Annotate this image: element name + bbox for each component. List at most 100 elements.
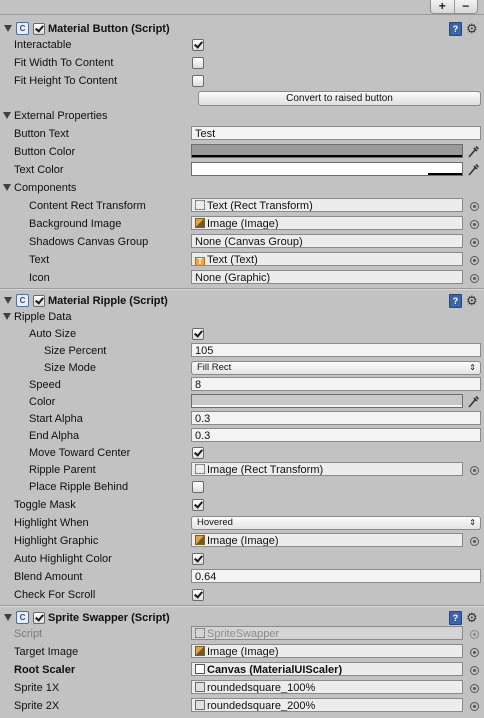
object-picker-icon[interactable]: [470, 238, 479, 247]
button-text-input[interactable]: Test: [191, 126, 481, 140]
fold-arrow-icon[interactable]: [4, 297, 12, 304]
field-label: Interactable: [14, 39, 72, 51]
auto-size-row: Auto Size: [0, 325, 484, 343]
sprite-1x-object-field[interactable]: roundedsquare_100%: [191, 680, 463, 694]
ripple-parent-row: Ripple Parent Image (Rect Transform): [0, 461, 484, 479]
field-label: Button Text: [14, 128, 69, 140]
highlight-graphic-object-field[interactable]: Image (Image): [191, 533, 463, 547]
object-picker-icon[interactable]: [470, 274, 479, 283]
end-alpha-input[interactable]: 0.3: [191, 428, 481, 442]
help-book-icon[interactable]: ?: [449, 22, 462, 36]
field-value: Canvas (MaterialUIScaler): [207, 664, 343, 676]
eyedropper-icon[interactable]: [467, 145, 479, 159]
fold-arrow-icon[interactable]: [4, 614, 12, 621]
sprite-icon: [195, 682, 205, 692]
ripple-parent-object-field[interactable]: Image (Rect Transform): [191, 462, 463, 476]
canvas-icon: [195, 664, 205, 674]
foldout-label: Ripple Data: [14, 311, 72, 323]
size-mode-dropdown[interactable]: Fill Rect ⇕: [191, 361, 481, 375]
auto-size-checkbox[interactable]: [192, 328, 204, 340]
field-label: Size Percent: [44, 345, 107, 357]
object-picker-icon[interactable]: [470, 666, 479, 675]
foldout-label: Components: [14, 182, 77, 194]
interactable-checkbox[interactable]: [192, 39, 204, 51]
text-color-swatch[interactable]: [191, 162, 463, 176]
blend-amount-input[interactable]: 0.64: [191, 569, 481, 583]
remove-button[interactable]: −: [453, 0, 478, 13]
sprite-2x-object-field[interactable]: roundedsquare_200%: [191, 698, 463, 712]
dropdown-value: Hovered: [197, 517, 233, 528]
object-picker-icon[interactable]: [470, 202, 479, 211]
object-picker-icon[interactable]: [470, 220, 479, 229]
target-image-object-field[interactable]: Image (Image): [191, 644, 463, 658]
field-label: Background Image: [29, 218, 122, 230]
help-book-icon[interactable]: ?: [449, 294, 462, 308]
fold-arrow-icon[interactable]: [3, 184, 11, 191]
help-book-icon[interactable]: ?: [449, 611, 462, 625]
size-percent-input[interactable]: 105: [191, 343, 481, 357]
material-button-enabled-checkbox[interactable]: [33, 23, 45, 35]
object-picker-icon[interactable]: [470, 466, 479, 475]
script-file-icon: [195, 628, 205, 638]
settings-gear-icon[interactable]: ⚙: [466, 294, 478, 307]
root-scaler-object-field[interactable]: Canvas (MaterialUIScaler): [191, 662, 463, 676]
external-properties-foldout[interactable]: External Properties: [0, 107, 484, 125]
fit-width-row: Fit Width To Content: [0, 54, 484, 72]
start-alpha-input[interactable]: 0.3: [191, 411, 481, 425]
settings-gear-icon[interactable]: ⚙: [466, 22, 478, 35]
highlight-graphic-row: Highlight Graphic Image (Image): [0, 532, 484, 550]
speed-input[interactable]: 8: [191, 377, 481, 391]
settings-gear-icon[interactable]: ⚙: [466, 611, 478, 624]
object-picker-icon[interactable]: [470, 537, 479, 546]
move-toward-center-checkbox[interactable]: [192, 447, 204, 459]
text-component-row: Text T Text (Text): [0, 251, 484, 269]
auto-highlight-color-checkbox[interactable]: [192, 553, 204, 565]
button-text-row: Button Text Test: [0, 125, 484, 143]
eyedropper-icon[interactable]: [467, 395, 479, 409]
ripple-data-foldout[interactable]: Ripple Data: [0, 308, 484, 326]
check-for-scroll-checkbox[interactable]: [192, 589, 204, 601]
content-rect-object-field[interactable]: Text (Rect Transform): [191, 198, 463, 212]
convert-to-raised-button[interactable]: Convert to raised button: [198, 91, 481, 106]
image-icon: [195, 535, 205, 545]
field-label: Script: [14, 628, 43, 640]
field-label: Move Toward Center: [29, 447, 131, 459]
sprite-swapper-enabled-checkbox[interactable]: [33, 612, 45, 624]
components-foldout[interactable]: Components: [0, 179, 484, 197]
object-picker-icon[interactable]: [470, 684, 479, 693]
blend-amount-row: Blend Amount 0.64: [0, 568, 484, 586]
field-label: Blend Amount: [14, 571, 83, 583]
script-row: Script SpriteSwapper: [0, 625, 484, 643]
object-picker-icon[interactable]: [470, 256, 479, 265]
field-label: Auto Highlight Color: [14, 553, 112, 565]
field-label: Start Alpha: [29, 413, 83, 425]
eyedropper-icon[interactable]: [467, 163, 479, 177]
object-picker-icon[interactable]: [470, 702, 479, 711]
object-picker-icon[interactable]: [470, 648, 479, 657]
fold-arrow-icon[interactable]: [4, 25, 12, 32]
toggle-mask-checkbox[interactable]: [192, 499, 204, 511]
field-label: Shadows Canvas Group: [29, 236, 149, 248]
button-color-swatch[interactable]: [191, 144, 463, 158]
component-divider: [0, 289, 484, 290]
fold-arrow-icon[interactable]: [3, 313, 11, 320]
place-ripple-behind-checkbox[interactable]: [192, 481, 204, 493]
text-object-field[interactable]: T Text (Text): [191, 252, 463, 266]
field-label: Check For Scroll: [14, 589, 96, 601]
material-ripple-enabled-checkbox[interactable]: [33, 295, 45, 307]
icon-object-field[interactable]: None (Graphic): [191, 270, 463, 284]
fold-arrow-icon[interactable]: [3, 112, 11, 119]
field-label: Icon: [29, 272, 50, 284]
background-image-object-field[interactable]: Image (Image): [191, 216, 463, 230]
field-label: Root Scaler: [14, 664, 76, 676]
start-alpha-row: Start Alpha 0.3: [0, 410, 484, 428]
field-label: Auto Size: [29, 328, 77, 340]
shadows-canvas-group-field[interactable]: None (Canvas Group): [191, 234, 463, 248]
ripple-color-swatch[interactable]: [191, 394, 463, 408]
highlight-when-dropdown[interactable]: Hovered ⇕: [191, 516, 481, 530]
fit-width-checkbox[interactable]: [192, 57, 204, 69]
field-label: Sprite 1X: [14, 682, 60, 694]
fit-height-checkbox[interactable]: [192, 75, 204, 87]
check-for-scroll-row: Check For Scroll: [0, 586, 484, 604]
add-button[interactable]: +: [431, 0, 454, 13]
